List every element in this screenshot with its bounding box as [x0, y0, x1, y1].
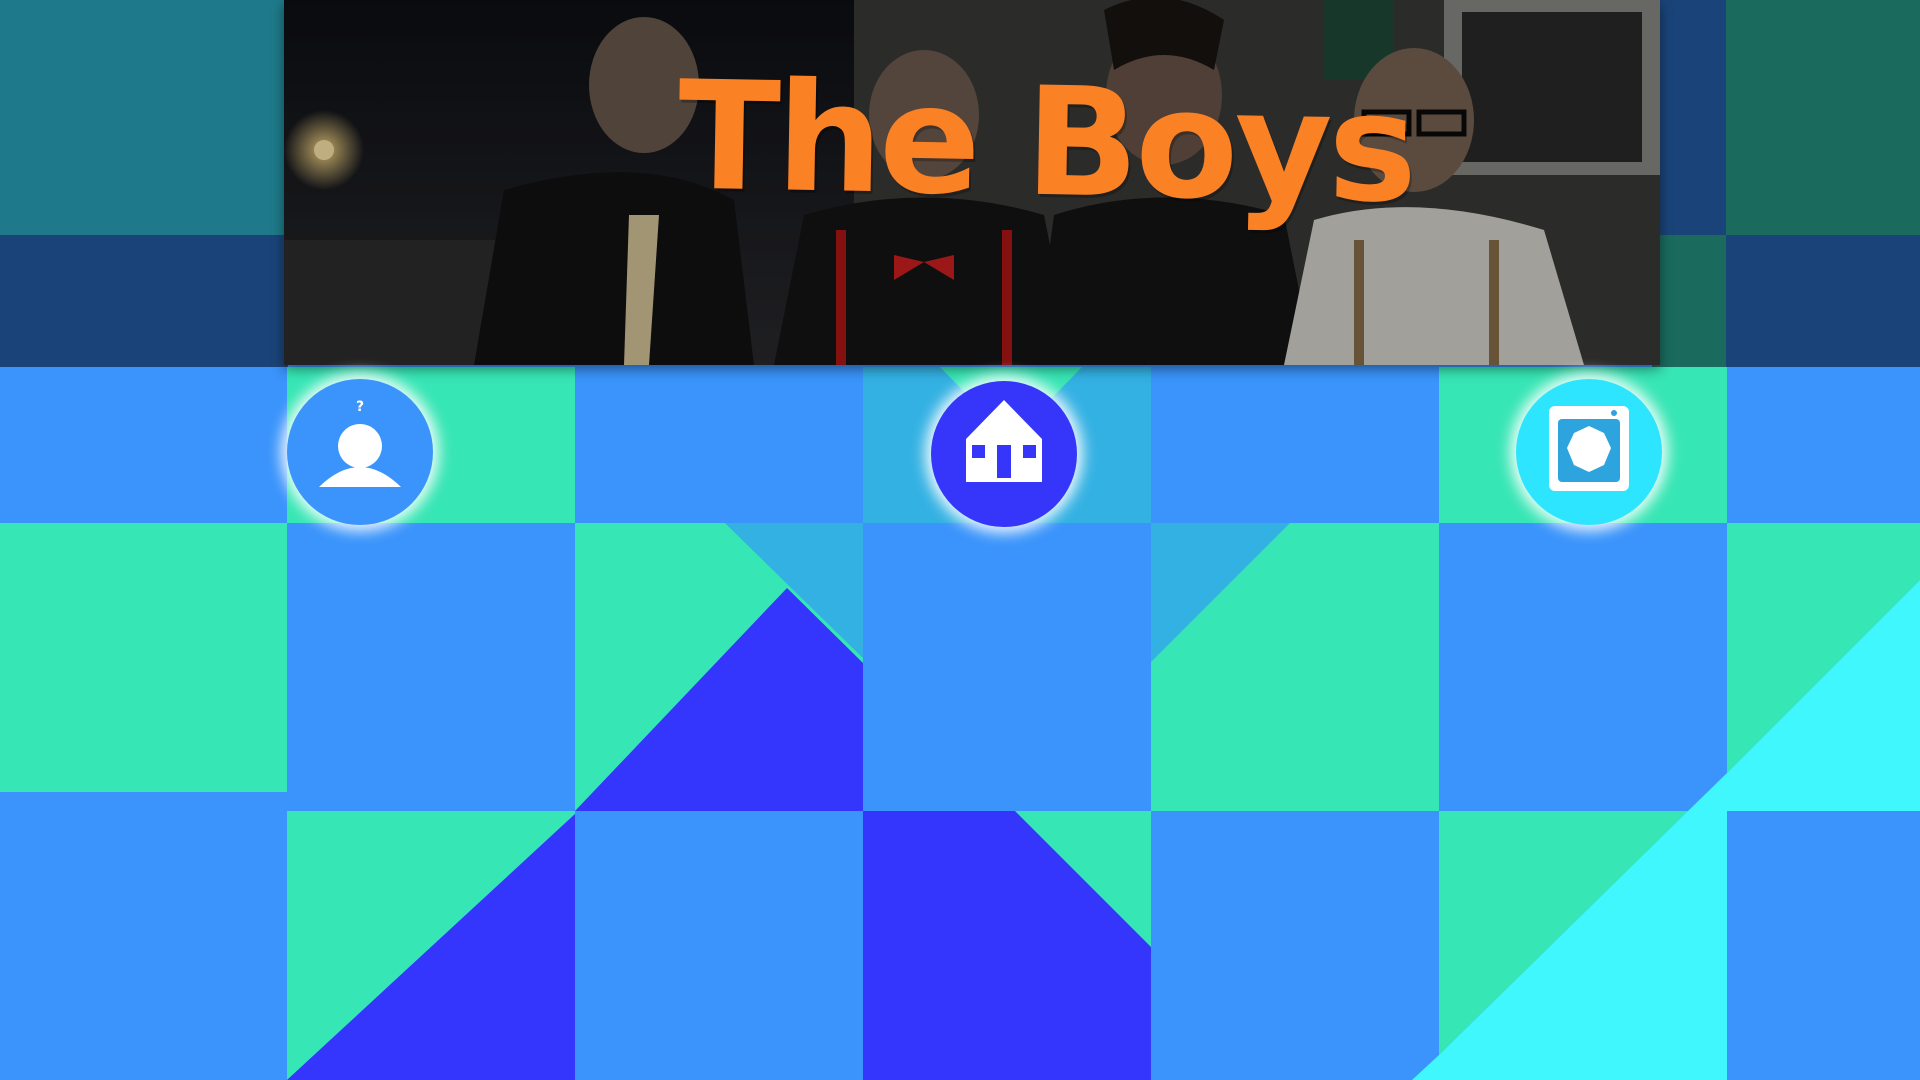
screen: The Boys ?: [0, 0, 1920, 1080]
profile-icon: ?: [319, 399, 401, 487]
profile-button[interactable]: ?: [287, 379, 433, 525]
banner-title: The Boys: [676, 49, 1415, 237]
camera-button[interactable]: [1516, 379, 1662, 525]
home-button[interactable]: [931, 381, 1077, 527]
svg-text:?: ?: [356, 399, 364, 415]
banner-photo: The Boys: [284, 0, 1660, 365]
camera-icon: [1549, 406, 1629, 491]
home-icon: [966, 400, 1042, 482]
